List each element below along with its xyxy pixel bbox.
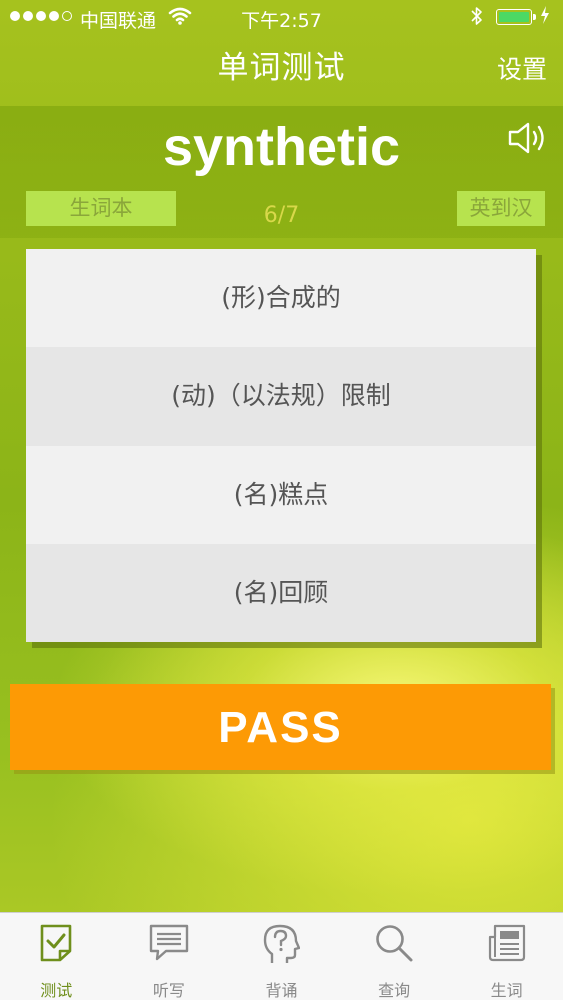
settings-button[interactable]: 设置 [497,50,547,86]
new-words-newspaper-icon [488,924,525,962]
answer-option-2[interactable]: (动)（以法规）限制 [26,347,536,446]
tab-recite[interactable]: 背诵 [225,913,338,1000]
app-screen: 中国联通 下午2:57 单词测试 设置 synthetic 生词本 6/7 英到… [0,0,563,1000]
tab-dictation[interactable]: 听写 [113,913,226,1000]
quiz-word: synthetic [162,117,401,177]
tab-search[interactable]: 查询 [338,913,451,1000]
recite-head-question-icon [264,924,301,963]
search-icon [376,925,413,962]
tab-label-dictation: 听写 [152,981,185,1000]
tab-label-search: 查询 [378,981,411,1000]
tab-label-recite: 背诵 [265,981,298,1000]
answer-option-3[interactable]: (名)糕点 [26,445,536,544]
charging-bolt-icon [540,5,550,30]
tab-new-words[interactable]: 生词 [450,913,563,1000]
answer-option-1[interactable]: (形)合成的 [26,249,536,348]
direction-toggle-button[interactable]: 英到汉 [457,191,545,226]
pass-button[interactable]: PASS [10,684,551,770]
battery-icon [496,9,536,25]
tab-label-new-words: 生词 [490,981,523,1000]
answer-option-4[interactable]: (名)回顾 [26,543,536,642]
tab-label-quiz: 测试 [40,981,73,1000]
dictation-speech-icon [149,924,189,961]
tab-bar: 测试 听写 背诵 查询 生词 [0,912,563,1000]
page-title: 单词测试 [217,50,346,86]
answer-options: (形)合成的 (动)（以法规）限制 (名)糕点 (名)回顾 [26,249,536,642]
tab-quiz[interactable]: 测试 [0,913,113,1000]
quiz-check-icon [40,924,72,962]
speaker-icon[interactable] [507,120,549,156]
status-bar: 中国联通 下午2:57 [0,0,563,36]
bluetooth-icon [470,5,484,32]
